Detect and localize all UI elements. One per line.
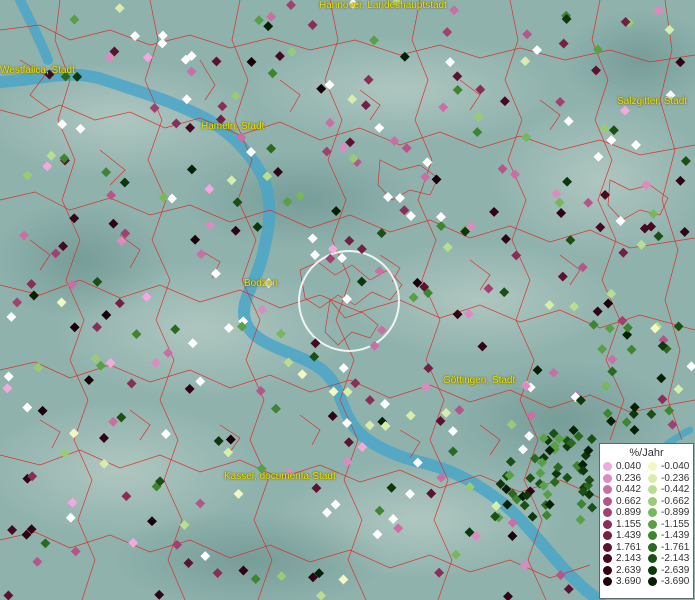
legend-value: 2.143 [616,553,642,564]
legend-value: 0.236 [616,472,642,484]
legend-value: -1.439 [661,530,690,541]
legend-value: -1.761 [661,541,690,553]
legend-positive-row: 0.040 [603,461,648,473]
legend-swatch-icon [648,485,657,495]
legend: %/Jahr 0.040 0.236 0.442 0.662 0.899 1.155 1.4… [599,443,694,599]
legend-swatch-icon [648,565,657,575]
legend-swatch-icon [603,519,612,529]
legend-negative-row: -0.662 [648,496,693,508]
legend-value: 0.662 [616,495,642,507]
legend-positive-row: 2.143 [603,553,648,565]
legend-value: -0.662 [661,495,690,507]
legend-value: -1.155 [661,518,690,530]
city-label-kassel: Kassel, documenta-Stadt [224,471,336,482]
legend-negative-row: -3.690 [648,576,693,588]
legend-positive-row: 3.690 [603,576,648,588]
legend-value: 0.899 [616,507,642,518]
legend-value: -3.690 [661,576,690,587]
legend-value: 0.442 [616,484,642,495]
legend-swatch-icon [648,462,657,472]
legend-swatch-icon [648,473,657,483]
legend-swatch-icon [603,542,612,552]
legend-positive-row: 1.439 [603,530,648,542]
legend-positive-row: 1.155 [603,519,648,531]
legend-swatch-icon [648,542,657,552]
map-layers [0,0,695,600]
legend-negative-row: -1.439 [648,530,693,542]
legend-swatch-icon [648,519,657,529]
city-label-goettingen: Göttingen, Stadt [443,375,516,386]
legend-value: -2.639 [661,564,690,576]
legend-positive-row: 1.761 [603,542,648,554]
legend-value: 1.439 [616,530,642,541]
legend-negative-row: -0.040 [648,461,693,473]
legend-positive-row: 0.662 [603,496,648,508]
legend-positive-row: 0.236 [603,473,648,485]
legend-swatch-icon [603,531,612,541]
legend-swatch-icon [603,473,612,483]
legend-positive-column: 0.040 0.236 0.442 0.662 0.899 1.155 1.439 1.761… [603,461,648,588]
legend-negative-row: -2.639 [648,565,693,577]
map-canvas[interactable]: Hannover, Landeshauptstadt Westfalica, S… [0,0,695,600]
legend-swatch-icon [648,577,657,587]
city-label-westfalica: Westfalica, Stadt [0,65,75,76]
legend-negative-row: -0.442 [648,484,693,496]
legend-negative-row: -0.236 [648,473,693,485]
legend-positive-row: 2.639 [603,565,648,577]
legend-swatch-icon [603,577,612,587]
legend-positive-row: 0.442 [603,484,648,496]
legend-swatch-icon [603,554,612,564]
legend-swatch-icon [648,508,657,518]
legend-negative-row: -1.761 [648,542,693,554]
legend-value: 0.040 [616,461,642,472]
legend-value: 2.639 [616,564,642,576]
legend-negative-row: -2.143 [648,553,693,565]
legend-value: -0.899 [661,507,690,518]
legend-negative-column: -0.040 -0.236 -0.442 -0.662 -0.899 -1.155 -1.4… [648,461,693,588]
legend-value: 1.761 [616,541,642,553]
legend-swatch-icon [603,496,612,506]
legend-value: -0.040 [661,461,690,472]
legend-swatch-icon [603,508,612,518]
legend-swatch-icon [648,496,657,506]
legend-swatch-icon [603,565,612,575]
city-label-hameln: Hameln, Stadt [201,121,265,132]
legend-value: 3.690 [616,576,642,587]
legend-negative-row: -1.155 [648,519,693,531]
legend-swatch-icon [603,462,612,472]
legend-value: -0.442 [661,484,690,495]
city-label-bodzen: Bodzen [244,278,278,289]
legend-negative-row: -0.899 [648,507,693,519]
city-label-salzgitter: Salzgitter, Stadt [617,96,688,107]
legend-value: 1.155 [616,518,642,530]
legend-title: %/Jahr [629,447,664,459]
city-label-hannover: Hannover, Landeshauptstadt [319,0,447,11]
legend-positive-row: 0.899 [603,507,648,519]
legend-swatch-icon [603,485,612,495]
legend-swatch-icon [648,531,657,541]
legend-swatch-icon [648,554,657,564]
legend-value: -2.143 [661,553,690,564]
legend-value: -0.236 [661,472,690,484]
